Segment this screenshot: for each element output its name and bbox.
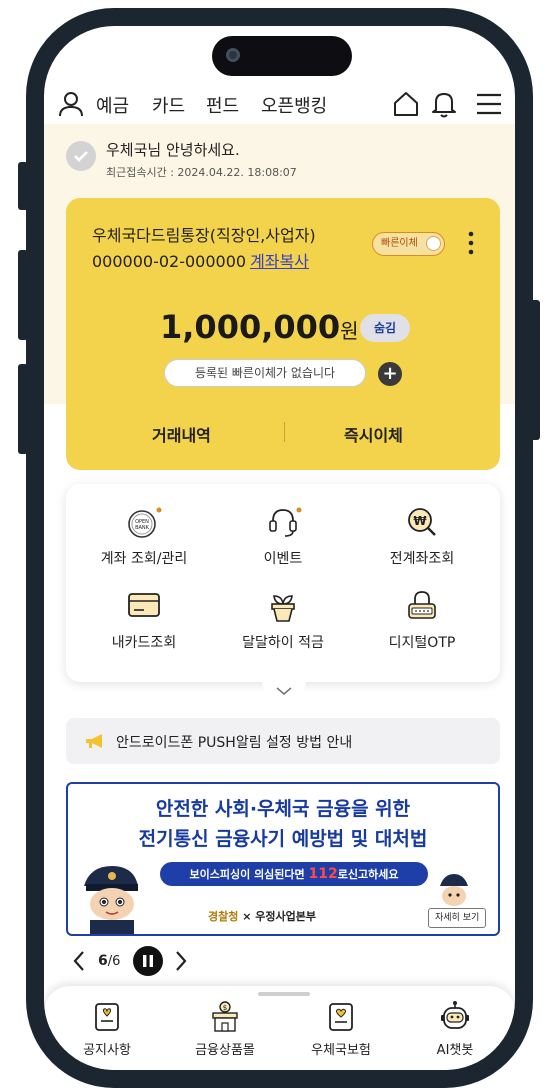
- banner-more-button[interactable]: 자세히 보기: [428, 908, 487, 928]
- no-quick-transfer-notice[interactable]: 등록된 빠른이체가 없습니다: [164, 359, 366, 387]
- org-separator: ×: [238, 910, 256, 923]
- org-postal: 우정사업본부: [255, 910, 316, 923]
- quick-menu-grid: OPEN BANK 계좌 조회/관리 이벤트 ₩ 전계좌조회 내카드조회 달달하…: [66, 484, 500, 682]
- tab-label: 우체국보험: [311, 1043, 371, 1058]
- pager-current: 6: [98, 953, 108, 969]
- copy-account-link[interactable]: 계좌복사: [250, 252, 309, 271]
- notice-text: 안드로이드폰 PUSH알림 설정 방법 안내: [116, 735, 353, 751]
- account-number: 000000-02-000000: [92, 252, 247, 271]
- notice-bar[interactable]: 안드로이드폰 PUSH알림 설정 방법 안내: [66, 718, 500, 764]
- banner-headline-1: 안전한 사회·우체국 금융을 위한: [155, 798, 411, 820]
- tab-label: AI챗봇: [436, 1043, 474, 1058]
- nav-item-fund[interactable]: 펀드: [206, 92, 239, 118]
- pause-button[interactable]: [133, 946, 163, 976]
- phone-screen: 예금 카드 펀드 오픈뱅킹 우체국님 안녕하세요. 최근접속시간 : 2024.…: [44, 26, 515, 1070]
- transaction-history-button[interactable]: 거래내역: [152, 422, 211, 446]
- pill-text: 보이스피싱이 의심된다면: [189, 868, 309, 881]
- hide-balance-button[interactable]: 숨김: [360, 314, 410, 342]
- menu-label: 디지털OTP: [388, 635, 456, 651]
- menu-label: 달달하이 적금: [242, 635, 324, 651]
- bell-icon[interactable]: [430, 89, 458, 119]
- check-badge-icon: [66, 141, 96, 171]
- pause-icon: [143, 955, 153, 967]
- pager-total: /6: [107, 954, 121, 969]
- shop-icon: $: [212, 1001, 238, 1032]
- menu-event[interactable]: 이벤트: [213, 504, 353, 568]
- svg-text:BANK: BANK: [135, 525, 150, 531]
- dynamic-island: [212, 36, 352, 76]
- card-icon: [128, 593, 160, 617]
- megaphone-icon: [86, 734, 102, 748]
- tab-insurance[interactable]: 우체국보험: [286, 1000, 396, 1058]
- menu-icon[interactable]: [475, 91, 503, 117]
- police-mascot-icon: [440, 874, 468, 906]
- pill-number: 112: [308, 866, 338, 882]
- more-vertical-icon[interactable]: [466, 230, 476, 256]
- account-balance: 1,000,000원: [160, 308, 359, 346]
- account-number-row: 000000-02-000000 계좌복사: [92, 248, 309, 272]
- tab-notice[interactable]: 공지사항: [52, 1000, 162, 1058]
- police-officer-illustration: [84, 866, 138, 934]
- camera-icon: [226, 48, 240, 62]
- promo-banner[interactable]: 안전한 사회·우체국 금융을 위한 전기통신 금융사기 예방법 및 대처법 보이…: [66, 782, 500, 936]
- menu-my-card[interactable]: 내카드조회: [74, 588, 214, 652]
- chevron-down-icon[interactable]: [275, 686, 293, 696]
- banner-organizations: 경찰청 × 우정사업본부: [208, 908, 316, 924]
- menu-label: 전계좌조회: [389, 551, 455, 567]
- menu-digital-otp[interactable]: 디지털OTP: [352, 588, 492, 652]
- chevron-left-icon[interactable]: [72, 950, 86, 972]
- banner-report-pill: 보이스피싱이 의심된다면 112로신고하세요: [160, 862, 428, 886]
- pill-text-end: 로신고하세요: [337, 868, 399, 881]
- menu-label: 이벤트: [263, 551, 303, 567]
- menu-label: 내카드조회: [111, 635, 177, 651]
- open-bank-icon: OPEN BANK: [128, 507, 162, 538]
- plant-pot-icon: [271, 595, 295, 622]
- balance-amount: 1,000,000: [160, 308, 341, 346]
- tab-chatbot[interactable]: AI챗봇: [400, 1000, 510, 1058]
- instant-transfer-button[interactable]: 즉시이체: [344, 422, 403, 446]
- top-navigation: 예금 카드 펀드 오픈뱅킹: [44, 86, 515, 124]
- greeting-name: 우체국님 안녕하세요.: [106, 141, 240, 159]
- notice-icon: [95, 1003, 119, 1031]
- menu-savings[interactable]: 달달하이 적금: [213, 588, 353, 652]
- nav-item-deposit[interactable]: 예금: [96, 92, 129, 118]
- tab-products[interactable]: $ 금융상품몰: [170, 1000, 280, 1058]
- svg-text:₩: ₩: [413, 514, 427, 528]
- menu-label: 계좌 조회/관리: [100, 551, 188, 567]
- tab-label: 공지사항: [83, 1043, 131, 1058]
- menu-account-manage[interactable]: OPEN BANK 계좌 조회/관리: [74, 504, 214, 568]
- user-icon[interactable]: [58, 90, 84, 118]
- otp-lock-icon: [408, 591, 436, 619]
- nav-item-open-banking[interactable]: 오픈뱅킹: [261, 92, 327, 118]
- svg-text:$: $: [223, 1004, 227, 1012]
- nav-item-card[interactable]: 카드: [152, 92, 185, 118]
- account-name: 우체국다드림통장(직장인,사업자): [92, 226, 316, 245]
- org-police: 경찰청: [208, 910, 239, 923]
- quick-transfer-toggle[interactable]: 빠른이체: [372, 232, 445, 256]
- balance-unit: 원: [340, 319, 359, 343]
- chevron-right-icon[interactable]: [174, 950, 188, 972]
- tab-bar-handle[interactable]: [258, 992, 310, 996]
- tab-label: 금융상품몰: [195, 1043, 255, 1058]
- card-divider: [284, 422, 285, 442]
- toggle-knob: [425, 236, 441, 251]
- check-icon: [74, 151, 88, 162]
- home-icon[interactable]: [392, 90, 420, 118]
- won-search-icon: ₩: [408, 508, 436, 536]
- pager-count: 6/6: [98, 953, 120, 969]
- menu-all-accounts[interactable]: ₩ 전계좌조회: [352, 504, 492, 568]
- banner-headline-2: 전기통신 금융사기 예방법 및 대처법: [138, 828, 428, 850]
- headset-icon: [269, 507, 302, 537]
- account-card[interactable]: 우체국다드림통장(직장인,사업자) 000000-02-000000 계좌복사 빠…: [66, 198, 500, 470]
- robot-icon: [441, 1001, 469, 1029]
- add-quick-transfer-button[interactable]: +: [378, 362, 402, 386]
- last-login-time: 최근접속시간 : 2024.04.22. 18:08:07: [106, 166, 297, 179]
- quick-transfer-label: 빠른이체: [381, 238, 418, 249]
- insurance-icon: [329, 1003, 353, 1031]
